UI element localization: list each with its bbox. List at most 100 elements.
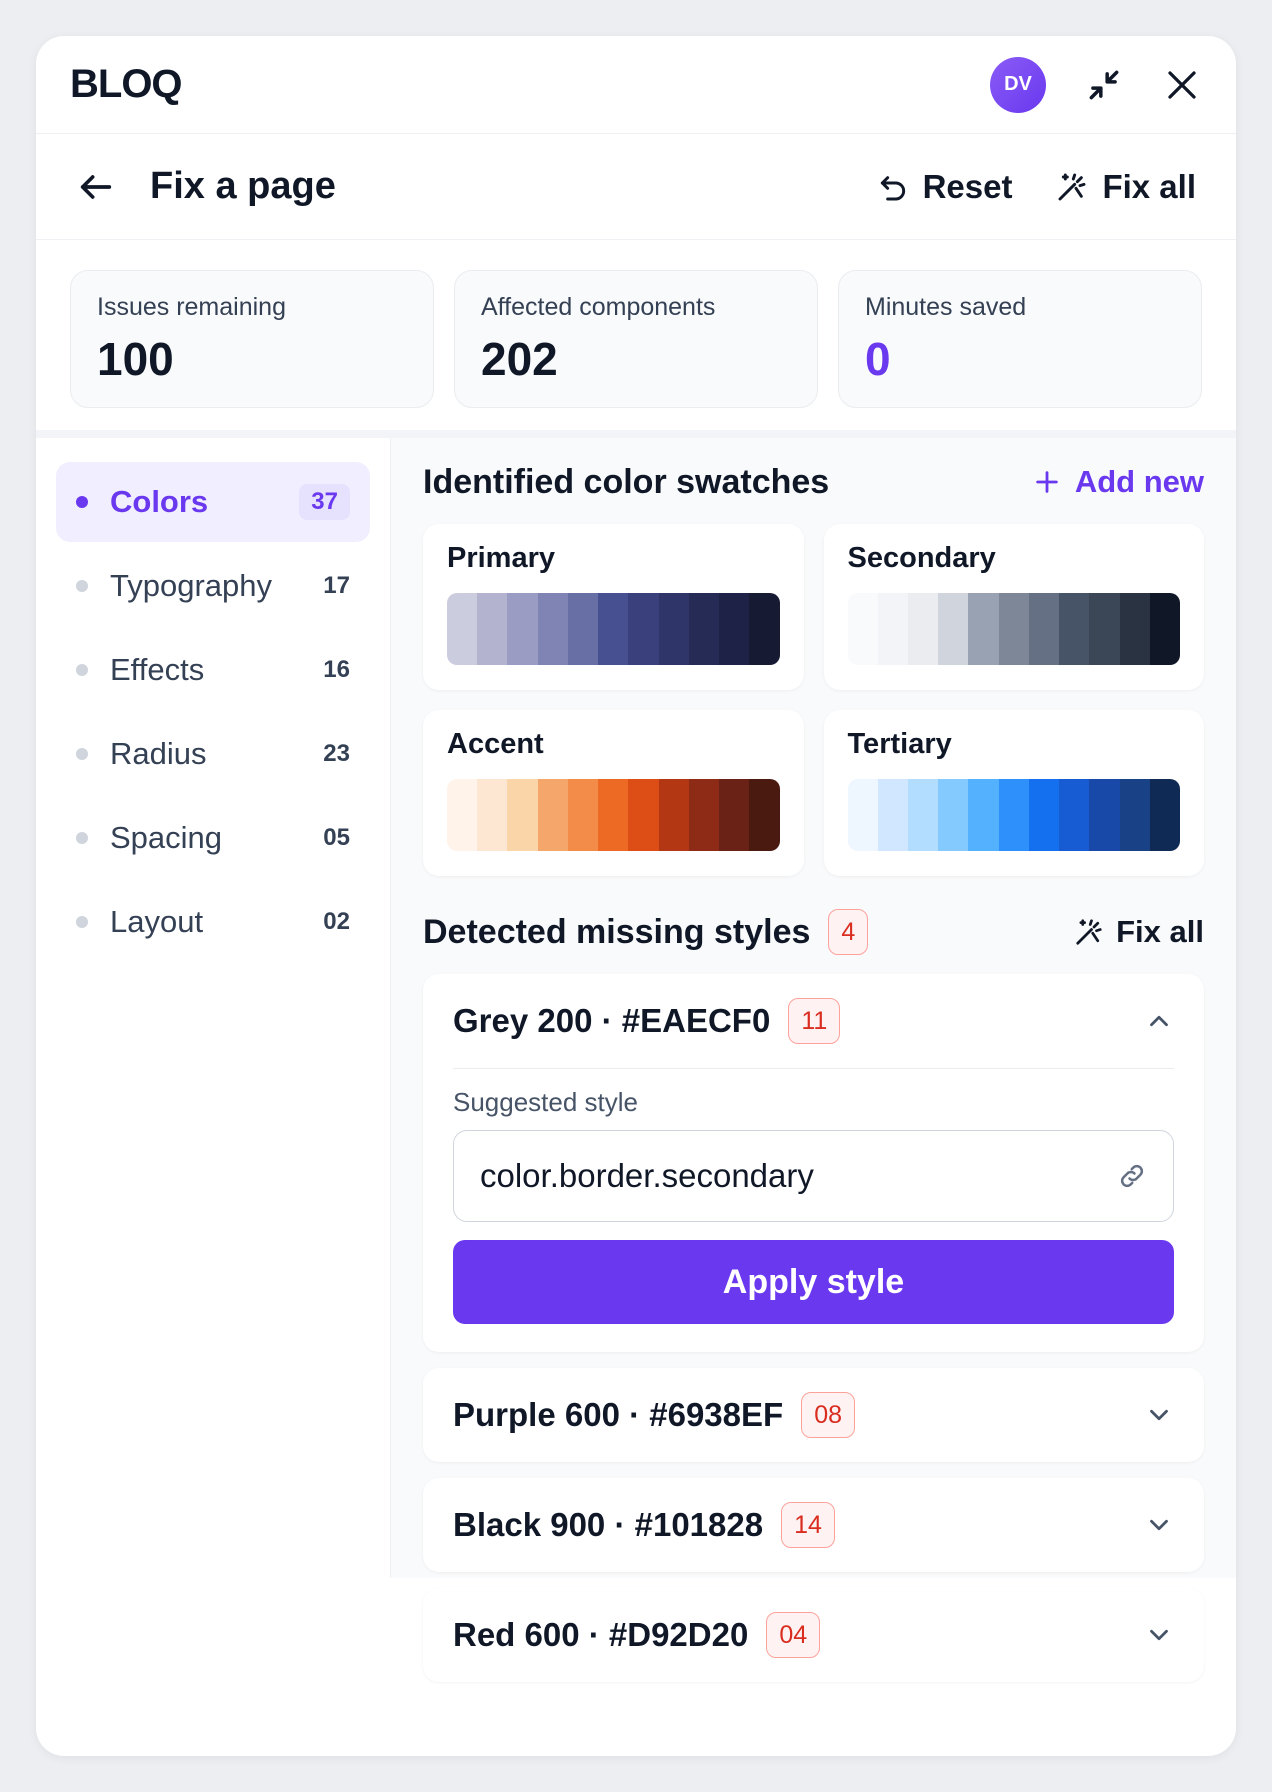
color-swatch-step bbox=[447, 779, 478, 851]
missing-style-item: Black 900 · #101828 14 bbox=[423, 1478, 1204, 1572]
bullet-icon bbox=[76, 496, 88, 508]
color-swatch-step bbox=[1059, 779, 1090, 851]
close-icon bbox=[1168, 70, 1196, 99]
sidebar-item-label: Spacing bbox=[110, 820, 223, 855]
color-swatch-step bbox=[1119, 593, 1150, 665]
back-button[interactable] bbox=[76, 167, 116, 207]
bullet-icon bbox=[76, 916, 88, 928]
sidebar-item-label: Radius bbox=[110, 736, 207, 771]
color-ramp bbox=[847, 593, 1180, 665]
magic-wand-icon bbox=[1058, 173, 1086, 200]
close-button[interactable] bbox=[1162, 65, 1202, 105]
fix-page-panel: BLOQ DV Fix a page Reset Fix all Issues … bbox=[36, 36, 1236, 1756]
sidebar-item-layout[interactable]: Layout 02 bbox=[56, 882, 370, 962]
color-ramp bbox=[847, 779, 1180, 851]
color-swatch-step bbox=[658, 779, 689, 851]
swatch-card-secondary[interactable]: Secondary bbox=[823, 524, 1204, 690]
style-name: Purple 600 · #6938EF bbox=[453, 1396, 784, 1433]
swatches-header: Identified color swatches Add new bbox=[423, 460, 1204, 504]
color-swatch-step bbox=[877, 593, 908, 665]
sidebar-item-count: 05 bbox=[323, 824, 350, 851]
missing-style-toggle[interactable]: Black 900 · #101828 14 bbox=[453, 1478, 1174, 1572]
swatch-name: Primary bbox=[447, 542, 556, 574]
page-header: Fix a page Reset Fix all bbox=[36, 134, 1236, 240]
sidebar-item-colors[interactable]: Colors 37 bbox=[56, 462, 370, 542]
color-swatch-step bbox=[938, 779, 969, 851]
chevron-down-icon bbox=[1150, 1409, 1168, 1421]
swatch-card-tertiary[interactable]: Tertiary bbox=[823, 710, 1204, 876]
stat-minutes-saved: Minutes saved 0 bbox=[838, 270, 1202, 408]
color-swatch-step bbox=[998, 593, 1029, 665]
page-title: Fix a page bbox=[150, 165, 336, 207]
chevron-up-icon bbox=[1150, 1015, 1168, 1027]
reset-button[interactable]: Reset bbox=[877, 168, 1012, 206]
missing-count-badge: 4 bbox=[828, 909, 869, 955]
color-swatch-step bbox=[749, 593, 780, 665]
missing-styles-header: Detected missing styles 4 Fix all bbox=[423, 909, 1204, 955]
sidebar-item-label: Effects bbox=[110, 652, 205, 687]
sidebar-item-count: 37 bbox=[299, 484, 350, 520]
sidebar-item-spacing[interactable]: Spacing 05 bbox=[56, 798, 370, 878]
color-swatch-step bbox=[1028, 593, 1060, 665]
color-swatch-step bbox=[998, 779, 1029, 851]
color-swatch-step bbox=[477, 779, 508, 851]
stat-label: Issues remaining bbox=[97, 293, 286, 321]
sidebar-item-label: Layout bbox=[110, 904, 204, 939]
missing-style-toggle[interactable]: Grey 200 · #EAECF0 11 bbox=[453, 974, 1174, 1068]
reset-icon bbox=[880, 175, 905, 200]
color-swatch-step bbox=[1059, 593, 1090, 665]
color-swatch-step bbox=[847, 779, 878, 851]
sidebar-item-effects[interactable]: Effects 16 bbox=[56, 630, 370, 710]
fix-all-button[interactable]: Fix all bbox=[1056, 168, 1196, 206]
swatch-card-accent[interactable]: Accent bbox=[423, 710, 804, 876]
color-swatch-step bbox=[567, 779, 599, 851]
suggested-style-value: color.border.secondary bbox=[480, 1157, 814, 1194]
stat-label: Affected components bbox=[481, 293, 716, 321]
logo: BLOQ bbox=[70, 62, 183, 106]
avatar[interactable]: DV bbox=[990, 56, 1046, 113]
color-swatch-step bbox=[719, 779, 750, 851]
fix-all-missing-button[interactable]: Fix all bbox=[1074, 914, 1204, 950]
add-new-button[interactable]: Add new bbox=[1033, 464, 1204, 500]
sidebar-item-typography[interactable]: Typography 17 bbox=[56, 546, 370, 626]
sidebar-item-label: Typography bbox=[110, 568, 272, 603]
chevron-down-icon bbox=[1150, 1519, 1168, 1531]
color-swatch-step bbox=[507, 779, 538, 851]
color-swatch-step bbox=[1089, 593, 1120, 665]
swatch-name: Accent bbox=[447, 728, 544, 760]
back-arrow-icon bbox=[80, 174, 112, 199]
stat-issues-remaining: Issues remaining 100 bbox=[70, 270, 434, 408]
minimize-button[interactable] bbox=[1084, 65, 1124, 105]
plus-icon bbox=[1036, 471, 1058, 493]
sidebar-item-count: 17 bbox=[323, 572, 350, 599]
color-swatch-step bbox=[688, 593, 720, 665]
swatch-card-primary[interactable]: Primary bbox=[423, 524, 804, 690]
magic-wand-icon bbox=[1076, 919, 1102, 945]
color-swatch-step bbox=[507, 593, 538, 665]
color-swatch-step bbox=[598, 779, 629, 851]
apply-style-button[interactable]: Apply style bbox=[453, 1240, 1174, 1324]
color-swatch-step bbox=[1149, 593, 1180, 665]
divider bbox=[453, 1068, 1174, 1069]
stat-value: 0 bbox=[865, 333, 891, 385]
style-count-badge: 11 bbox=[788, 998, 841, 1044]
sidebar-item-count: 16 bbox=[323, 656, 350, 683]
suggested-style-input[interactable]: color.border.secondary bbox=[453, 1130, 1174, 1222]
fix-all-label: Fix all bbox=[1116, 914, 1204, 949]
style-count-badge: 04 bbox=[766, 1612, 821, 1658]
missing-style-toggle[interactable]: Red 600 · #D92D20 04 bbox=[453, 1588, 1174, 1682]
sidebar-item-label: Colors bbox=[110, 484, 209, 519]
missing-style-toggle[interactable]: Purple 600 · #6938EF 08 bbox=[453, 1368, 1174, 1462]
color-swatch-step bbox=[628, 779, 659, 851]
sidebar-item-radius[interactable]: Radius 23 bbox=[56, 714, 370, 794]
color-swatch-step bbox=[598, 593, 629, 665]
color-swatch-step bbox=[847, 593, 878, 665]
color-swatch-step bbox=[1149, 779, 1180, 851]
color-ramp bbox=[447, 779, 780, 851]
bullet-icon bbox=[76, 664, 88, 676]
color-swatch-step bbox=[877, 779, 908, 851]
color-ramp bbox=[447, 593, 780, 665]
link-icon[interactable] bbox=[1117, 1161, 1147, 1191]
stat-value: 100 bbox=[97, 333, 174, 385]
stat-label: Minutes saved bbox=[865, 293, 1027, 321]
